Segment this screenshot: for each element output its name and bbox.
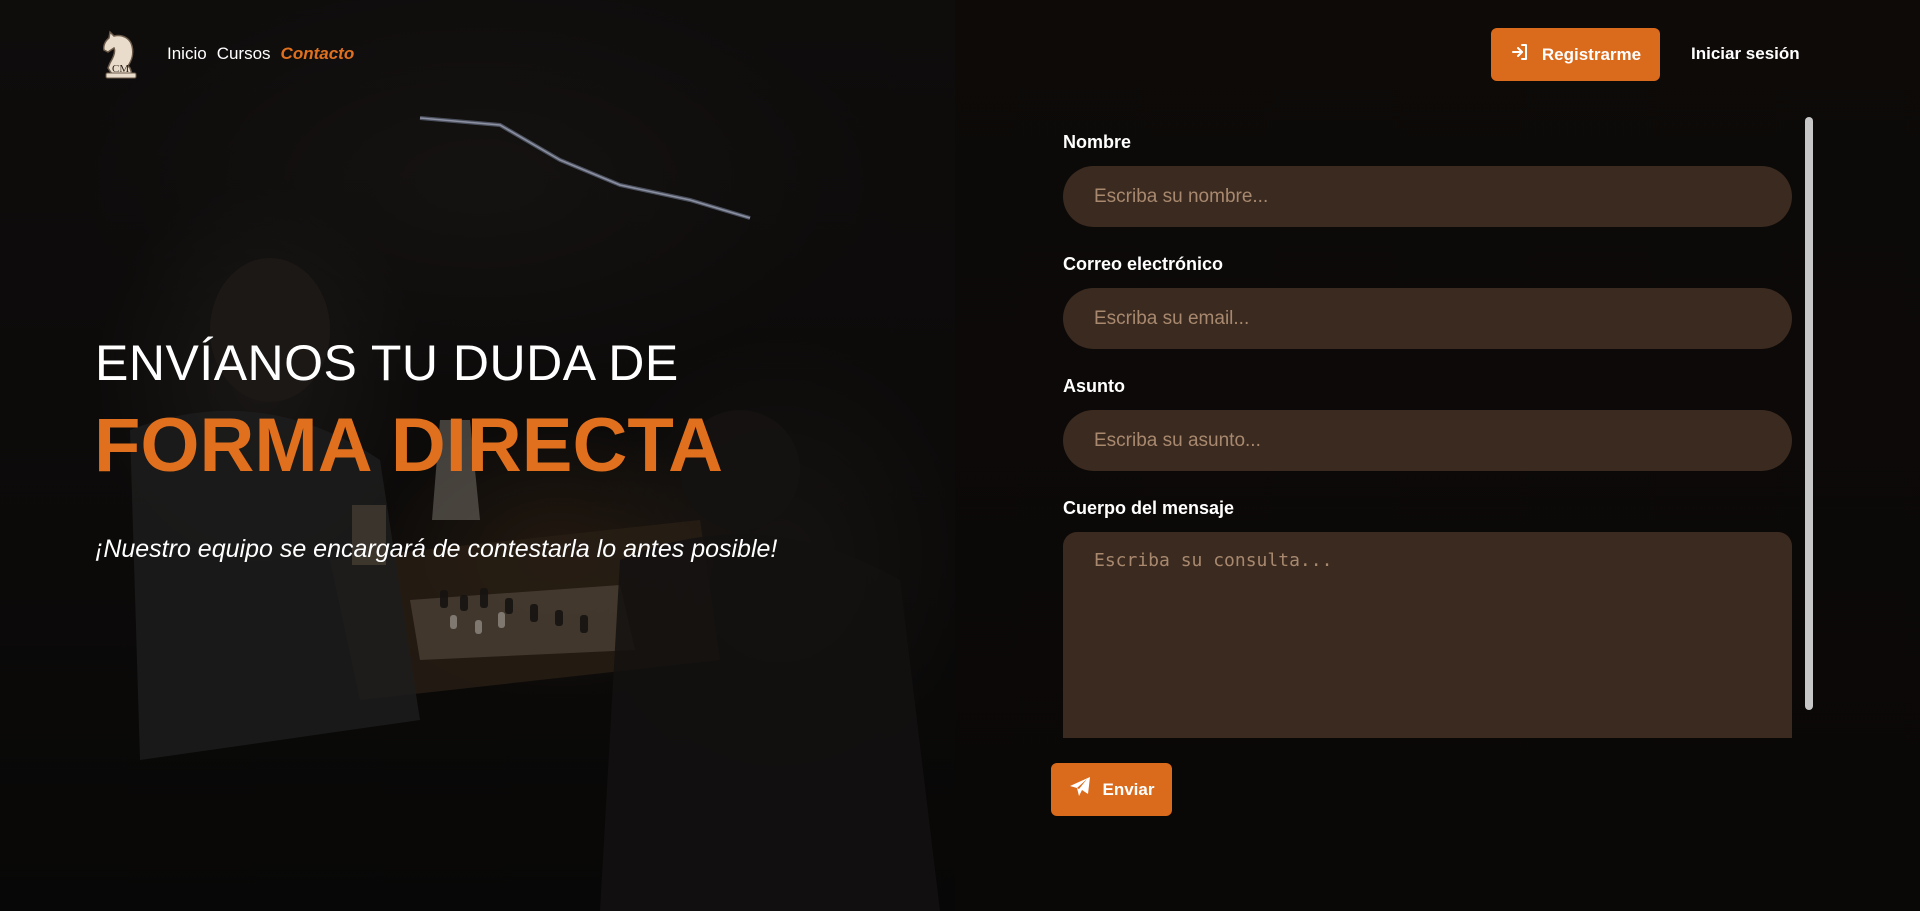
svg-text:CM: CM [112,63,129,75]
nav-item-inicio[interactable]: Inicio [167,44,207,64]
hero-subtitle: ¡Nuestro equipo se encargará de contesta… [95,535,778,563]
message-textarea[interactable] [1063,532,1792,738]
nav-item-contacto[interactable]: Contacto [281,44,355,64]
email-input[interactable] [1063,288,1792,349]
name-input[interactable] [1063,166,1792,227]
register-button[interactable]: Registrarme [1491,28,1660,81]
login-link[interactable]: Iniciar sesión [1691,44,1800,64]
nav-item-cursos[interactable]: Cursos [217,44,271,64]
register-label: Registrarme [1541,44,1642,64]
send-button[interactable]: Enviar [1051,763,1172,816]
send-label: Enviar [1102,779,1155,799]
subject-label: Asunto [1063,376,1125,396]
hero-title-line-2: FORMA DIRECTA [94,403,724,488]
subject-input[interactable] [1063,410,1792,471]
main-nav: Inicio Cursos Contacto [167,44,354,64]
body-label: Cuerpo del mensaje [1063,498,1235,518]
chess-knight-logo-icon[interactable]: CM [98,30,144,80]
name-label: Nombre [1063,132,1132,152]
email-label: Correo electrónico [1063,254,1224,274]
login-arrow-icon [1510,42,1530,67]
contact-page: CM Inicio Cursos Contacto Registrarme In… [0,0,1920,911]
hero-title-line-1: ENVÍANOS TU DUDA DE [95,335,679,391]
site-header: CM Inicio Cursos Contacto Registrarme In… [0,0,1920,110]
form-scrollbar[interactable] [1805,117,1813,710]
paper-plane-icon [1069,776,1091,803]
